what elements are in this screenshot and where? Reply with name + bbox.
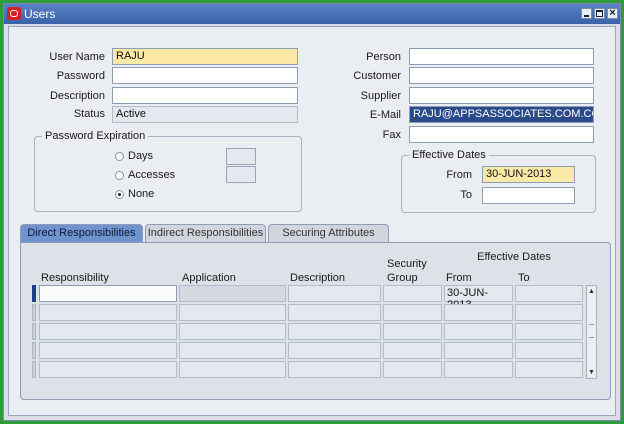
application-cell[interactable] [179,304,286,321]
title-bar[interactable]: Users × [4,4,620,24]
none-radio-label[interactable]: None [128,188,154,200]
window-title: Users [24,7,56,21]
from-date-cell[interactable] [444,361,513,378]
from-date-cell[interactable] [444,323,513,340]
col-from: From [446,272,472,284]
supplier-label: Supplier [360,90,401,102]
application-cell[interactable] [179,361,286,378]
grid-scrollbar[interactable]: ▲ ▼ [586,285,597,379]
close-button[interactable]: × [607,7,618,19]
description-cell[interactable] [288,304,381,321]
row-indicator[interactable] [32,323,36,340]
scroll-down-icon[interactable]: ▼ [588,368,595,377]
description-cell[interactable] [288,361,381,378]
to-date-cell[interactable] [515,342,583,359]
effective-dates-title: Effective Dates [409,149,489,161]
to-date-cell[interactable] [515,361,583,378]
users-window: Users × User Name RAJU Password Descript… [3,3,621,421]
status-field: Active [112,106,298,123]
effective-to-field[interactable] [482,187,575,204]
password-expiration-title: Password Expiration [42,130,149,142]
email-label: E-Mail [369,109,401,121]
effective-from-label: From [446,169,472,181]
responsibility-cell[interactable] [39,361,177,378]
tab-direct-responsibilities[interactable]: Direct Responsibilities [20,224,143,243]
status-label: Status [73,108,105,120]
user-name-field[interactable]: RAJU [112,48,298,65]
to-date-cell[interactable] [515,323,583,340]
close-icon: × [609,7,616,19]
col-security-group-1: Security [387,258,427,270]
application-cell[interactable] [179,342,286,359]
from-date-cell[interactable]: 30-JUN-2013 [444,285,513,311]
description-label: Description [49,90,105,102]
maximize-button[interactable] [594,8,605,19]
none-radio[interactable] [115,190,124,199]
application-cell[interactable] [179,323,286,340]
customer-field[interactable] [409,67,594,84]
application-cell[interactable] [179,285,286,302]
scroll-grip-icon[interactable] [589,324,594,338]
fax-field[interactable] [409,126,594,143]
minimize-button[interactable] [581,8,592,19]
person-label: Person [366,51,401,63]
row-indicator[interactable] [32,361,36,378]
effective-to-label: To [460,189,472,201]
description-cell[interactable] [288,342,381,359]
email-field[interactable]: RAJU@APPSASSOCIATES.COM.COM [409,106,594,123]
description-cell[interactable] [288,285,381,302]
row-indicator[interactable] [32,285,36,302]
responsibility-cell[interactable] [39,323,177,340]
supplier-field[interactable] [409,87,594,104]
col-effective-dates: Effective Dates [477,251,551,263]
tab-securing-attributes[interactable]: Securing Attributes [268,224,389,243]
col-description: Description [290,272,346,284]
security-group-cell[interactable] [383,304,442,321]
col-security-group-2: Group [387,272,418,284]
col-responsibility: Responsibility [41,272,109,284]
oracle-app-icon [7,7,21,20]
col-to: To [518,272,530,284]
scroll-up-icon[interactable]: ▲ [588,287,595,296]
from-date-cell[interactable] [444,342,513,359]
responsibility-cell[interactable] [39,285,177,302]
person-field[interactable] [409,48,594,65]
responsibility-cell[interactable] [39,342,177,359]
to-date-cell[interactable] [515,285,583,302]
days-radio[interactable] [115,152,124,161]
col-application: Application [182,272,236,284]
description-field[interactable] [112,87,298,104]
accesses-input[interactable] [226,166,256,183]
days-input[interactable] [226,148,256,165]
row-indicator[interactable] [32,342,36,359]
security-group-cell[interactable] [383,342,442,359]
tab-indirect-responsibilities[interactable]: Indirect Responsibilities [145,224,266,243]
effective-from-field[interactable]: 30-JUN-2013 [482,166,575,183]
accesses-radio[interactable] [115,171,124,180]
user-name-label: User Name [49,51,105,63]
password-field[interactable] [112,67,298,84]
security-group-cell[interactable] [383,361,442,378]
description-cell[interactable] [288,323,381,340]
password-label: Password [56,70,105,82]
row-indicator[interactable] [32,304,36,321]
from-date-cell[interactable] [444,304,513,321]
effective-dates-group: Effective Dates From 30-JUN-2013 To [401,149,596,213]
security-group-cell[interactable] [383,323,442,340]
accesses-radio-label[interactable]: Accesses [128,169,175,181]
customer-label: Customer [353,70,401,82]
maximize-icon [596,10,603,17]
to-date-cell[interactable] [515,304,583,321]
minimize-icon [584,15,589,17]
days-radio-label[interactable]: Days [128,150,153,162]
form-panel: User Name RAJU Password Description Stat… [8,26,616,416]
security-group-cell[interactable] [383,285,442,302]
responsibility-cell[interactable] [39,304,177,321]
fax-label: Fax [382,129,401,141]
direct-responsibilities-panel: Responsibility Application Description S… [20,242,611,400]
password-expiration-group: Password Expiration Days Accesses None [34,130,302,212]
